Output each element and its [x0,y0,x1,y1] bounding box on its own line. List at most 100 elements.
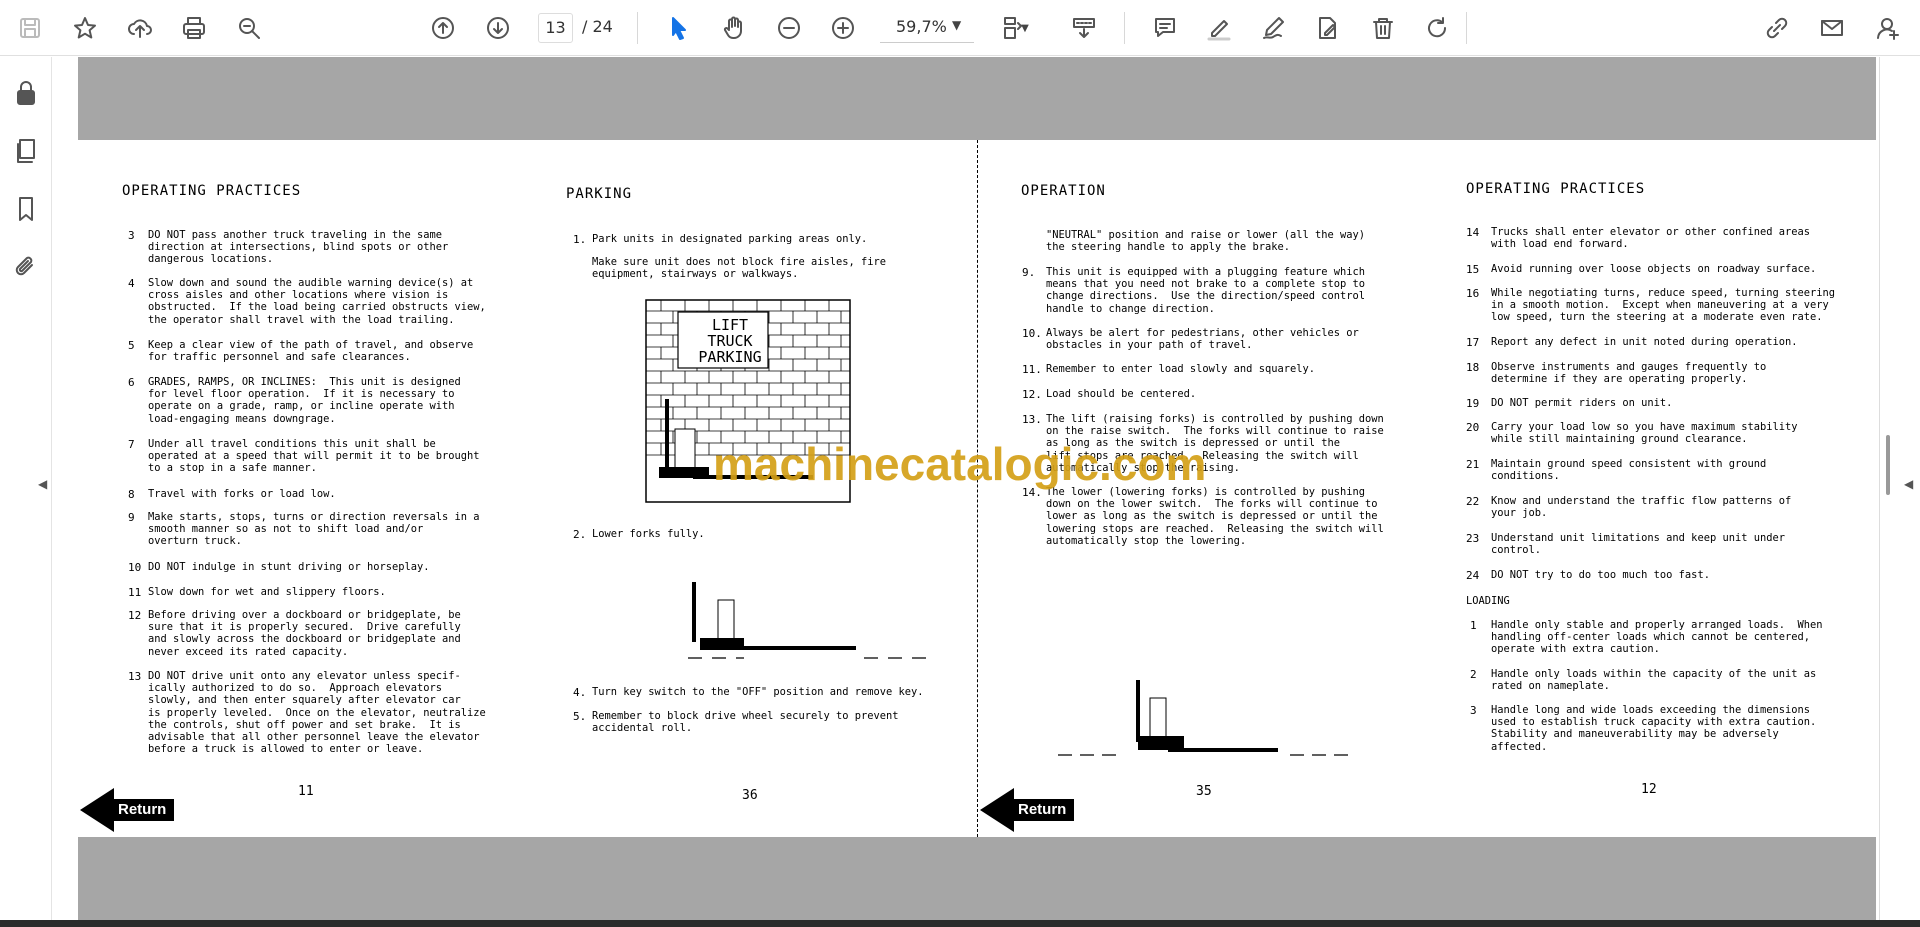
item-number: 19 [1466,397,1480,410]
add-user-icon[interactable] [1870,10,1906,46]
scrollbar-thumb[interactable] [1886,435,1890,495]
scroll-mode-icon[interactable] [1066,10,1102,46]
page-total-label: / 24 [582,17,613,36]
print-icon[interactable] [176,10,212,46]
share-link-icon[interactable] [1759,10,1795,46]
left-sidebar: ◀ [0,57,52,927]
list-item: Avoid running over loose objects on road… [1491,263,1817,275]
chevron-down-icon[interactable]: ▼ [952,18,961,32]
toolbar: 13 / 24 59,7% ▼ ▼ [0,0,1920,56]
list-item: Make starts, stops, turns or direction r… [148,511,480,548]
expand-right-arrow-icon[interactable]: ◀ [1904,477,1913,491]
select-cursor-icon[interactable] [661,10,697,46]
item-number: 24 [1466,569,1480,582]
list-item: Load should be centered. [1046,388,1197,400]
zoom-out-icon[interactable] [771,10,807,46]
item-number: 4 [128,277,135,290]
item-number: 17 [1466,336,1480,349]
bookmark-icon[interactable] [12,195,40,223]
list-item: DO NOT indulge in stunt driving or horse… [148,561,430,573]
watermark-text: machinecatalogic.com [713,438,1207,490]
attachment-paperclip-icon[interactable] [12,253,40,281]
return-button[interactable]: Return [980,788,1074,832]
list-item: DO NOT drive unit onto any elevator unle… [148,670,486,756]
list-item: Lower forks fully. [592,528,705,540]
item-number: 11 [128,586,142,599]
right-panel: ◀ [1878,57,1920,920]
list-item: This unit is equipped with a plugging fe… [1046,266,1366,315]
edit-text-icon[interactable] [1310,10,1346,46]
list-item: Remember to enter load slowly and square… [1046,363,1315,375]
list-item: Maintain ground speed consistent with gr… [1491,458,1767,483]
item-number: 7 [128,438,135,451]
item-number: 9. [1022,266,1036,279]
page-number: 11 [298,784,314,799]
page-number: 12 [1641,782,1657,797]
list-item: Handle long and wide loads exceeding the… [1491,704,1817,753]
item-number: 1. [573,233,587,246]
list-item: Trucks shall enter elevator or other con… [1491,226,1811,251]
item-number: 13. [1022,413,1042,426]
previous-page-icon[interactable] [425,10,461,46]
item-number: 10. [1022,327,1042,340]
list-item: Handle only loads within the capacity of… [1491,668,1817,693]
return-button[interactable]: Return [80,788,174,832]
draw-freehand-icon[interactable] [1256,10,1292,46]
delete-trash-icon[interactable] [1365,10,1401,46]
item-number: 21 [1466,458,1480,471]
page-gap-bottom [78,837,1876,920]
list-item: Travel with forks or load low. [148,488,336,500]
item-number: 1 [1470,619,1477,632]
page-heading: OPERATING PRACTICES [122,183,302,199]
search-zoom-icon[interactable] [231,10,267,46]
item-number: 6 [128,376,135,389]
list-item: Handle only stable and properly arranged… [1491,619,1823,656]
highlight-pen-icon[interactable] [1201,10,1237,46]
item-number: 9 [128,511,135,524]
list-item: DO NOT permit riders on unit. [1491,397,1673,409]
list-item: Before driving over a dockboard or bridg… [148,609,461,658]
list-item: Turn key switch to the "OFF" position an… [592,686,924,698]
section-subheading: LOADING [1466,595,1510,607]
page-number: 35 [1196,784,1212,799]
list-item: Carry your load low so you have maximum … [1491,421,1798,446]
page-gap-top [78,57,1876,140]
next-page-icon[interactable] [480,10,516,46]
list-item: Park units in designated parking areas o… [592,233,868,245]
page-heading: OPERATING PRACTICES [1466,181,1646,197]
item-number: 22 [1466,495,1480,508]
item-number: 10 [128,561,142,574]
item-number: 12 [128,609,142,622]
item-number: 5 [128,339,135,352]
chevron-down-icon[interactable]: ▼ [1016,10,1034,46]
pages-thumbnail-icon[interactable] [12,137,40,165]
bookmark-star-icon[interactable] [67,10,103,46]
list-item: Observe instruments and gauges frequentl… [1491,361,1767,386]
hand-tool-icon[interactable] [716,10,752,46]
upload-cloud-icon[interactable] [122,10,158,46]
forklift-raise-illustration [1058,680,1348,756]
list-item: Slow down for wet and slippery floors. [148,586,386,598]
item-number: 23 [1466,532,1480,545]
collapse-left-arrow-icon[interactable]: ◀ [38,477,47,491]
item-number: 14 [1466,226,1480,239]
list-item: Know and understand the traffic flow pat… [1491,495,1792,520]
item-number: 16 [1466,287,1480,300]
list-item: DO NOT try to do too much too fast. [1491,569,1710,581]
item-number: 13 [128,670,142,683]
item-number: 2 [1470,668,1477,681]
email-icon[interactable] [1814,10,1850,46]
list-item: While negotiating turns, reduce speed, t… [1491,287,1836,324]
comment-icon[interactable] [1147,10,1183,46]
page-heading: OPERATION [1021,183,1106,199]
zoom-in-icon[interactable] [825,10,861,46]
list-item: Always be alert for pedestrians, other v… [1046,327,1359,352]
toolbar-divider [1466,12,1467,44]
page-number: 36 [742,788,758,803]
page-number-input[interactable]: 13 [538,13,573,43]
redo-icon[interactable] [1420,10,1456,46]
list-item: The lower (lowering forks) is controlled… [1046,486,1384,547]
save-icon[interactable] [12,10,48,46]
lock-icon[interactable] [12,79,40,107]
toolbar-divider [1124,12,1125,44]
